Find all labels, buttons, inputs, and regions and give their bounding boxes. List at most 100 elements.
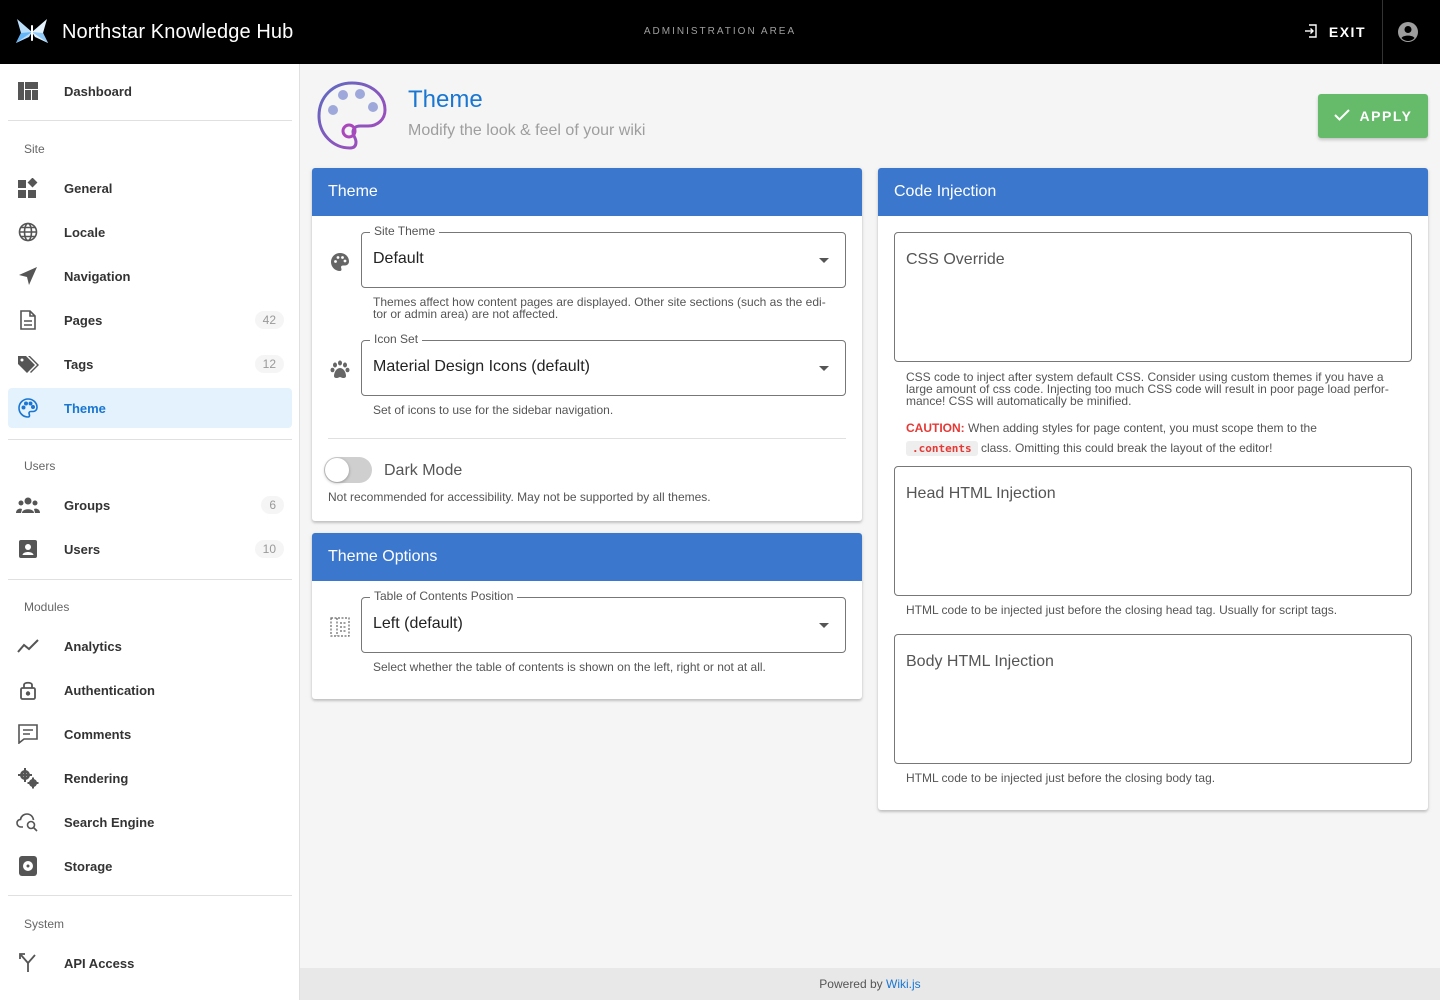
chevron-down-icon: [819, 623, 829, 628]
toc-position-hint: Select whether the table of contents is …: [373, 660, 766, 674]
code-injection-card: Code Injection CSS Override CSS code to …: [878, 168, 1428, 810]
top-app-bar: Northstar Knowledge Hub ADMINISTRATION A…: [0, 0, 1440, 64]
sidebar-item-label: Pages: [64, 312, 103, 328]
exit-icon: [1303, 23, 1319, 42]
sidebar-item-label: Users: [64, 541, 101, 557]
sidebar-item-navigation[interactable]: Navigation: [8, 256, 292, 296]
chevron-down-icon: [819, 258, 829, 263]
paw-icon: [328, 358, 352, 382]
sidebar-item-pages[interactable]: Pages 42: [8, 300, 292, 340]
check-icon: [1333, 108, 1350, 124]
globe-icon: [16, 220, 40, 244]
sidebar-divider: [8, 895, 292, 896]
sidebar-item-locale[interactable]: Locale: [8, 212, 292, 252]
navigation-arrow-icon: [16, 264, 40, 288]
sidebar-item-label: Dashboard: [64, 83, 132, 99]
css-override-textarea[interactable]: CSS Override: [894, 232, 1412, 362]
sidebar-divider: [8, 120, 292, 121]
tags-icon: [16, 352, 40, 376]
head-html-injection-textarea[interactable]: Head HTML Injection: [894, 466, 1412, 596]
icon-set-select[interactable]: Icon Set Material Design Icons (default): [361, 332, 846, 396]
app-title[interactable]: Northstar Knowledge Hub: [62, 21, 293, 44]
sidebar-item-theme[interactable]: Theme: [8, 388, 292, 428]
sidebar-item-users[interactable]: Users 10: [8, 529, 292, 569]
palette-illustration-icon: [316, 80, 388, 152]
sidebar-divider: [8, 579, 292, 580]
tags-count-badge: 12: [254, 355, 284, 373]
caution-note: CAUTION: When adding styles for page con…: [906, 418, 1317, 459]
page-title: Theme: [408, 86, 483, 113]
site-theme-select[interactable]: Site Theme Default: [361, 224, 846, 288]
sidebar-item-label: Tags: [64, 356, 94, 372]
file-document-icon: [16, 308, 40, 332]
more-icon: [16, 995, 40, 1000]
sidebar-item-label: Analytics: [64, 638, 122, 654]
footer: Powered by Wiki.js: [300, 968, 1440, 1000]
sidebar-item-groups[interactable]: Groups 6: [8, 485, 292, 525]
sidebar-item-general[interactable]: General: [8, 168, 292, 208]
sidebar-section-site: Site: [24, 142, 45, 156]
sidebar-section-users: Users: [24, 459, 56, 473]
sidebar-item-dashboard[interactable]: Dashboard: [8, 71, 292, 111]
lock-icon: [16, 678, 40, 702]
icon-set-hint: Set of icons to use for the sidebar navi…: [373, 403, 614, 417]
wikijs-link[interactable]: Wiki.js: [886, 977, 921, 991]
powered-by-text: Powered by: [819, 977, 883, 991]
sidebar-item-authentication[interactable]: Authentication: [8, 670, 292, 710]
sidebar-item-label: Comments: [64, 726, 132, 742]
theme-card-divider: [328, 438, 846, 439]
theme-card: Theme Site Theme Default Themes affect h…: [312, 168, 862, 521]
sidebar-item-label: Search Engine: [64, 814, 155, 830]
sidebar-item-label: Theme: [64, 400, 106, 416]
sidebar-section-modules: Modules: [24, 600, 70, 614]
sidebar-item-comments[interactable]: Comments: [8, 714, 292, 754]
admin-sidebar: Dashboard Site General Locale Navigation…: [0, 64, 300, 1000]
body-html-injection-textarea[interactable]: Body HTML Injection: [894, 634, 1412, 764]
theme-options-card-title: Theme Options: [312, 533, 862, 581]
sidebar-item-more[interactable]: [8, 987, 292, 1000]
chart-line-icon: [16, 634, 40, 658]
exit-label: EXIT: [1328, 24, 1366, 40]
chevron-down-icon: [819, 366, 829, 371]
sidebar-item-tags[interactable]: Tags 12: [8, 344, 292, 384]
sidebar-item-analytics[interactable]: Analytics: [8, 626, 292, 666]
apply-label: APPLY: [1359, 108, 1413, 124]
css-override-hint: CSS code to inject after system default …: [906, 371, 1389, 407]
caution-text: class. Omitting this could break the lay…: [980, 441, 1273, 455]
cogs-icon: [16, 766, 40, 790]
sidebar-section-system: System: [24, 917, 65, 931]
cloud-search-icon: [16, 810, 40, 834]
body-html-hint: HTML code to be injected just before the…: [906, 771, 1216, 785]
topbar-divider: [1382, 0, 1383, 64]
table-of-contents-icon: [328, 615, 352, 639]
account-icon[interactable]: [1396, 20, 1420, 44]
dark-mode-hint: Not recommended for accessibility. May n…: [328, 490, 711, 504]
site-theme-hint-line: tor or admin area) are not affected.: [373, 307, 559, 321]
caution-text: When adding styles for page content, you…: [968, 421, 1317, 435]
toc-position-select[interactable]: Table of Contents Position Left (default…: [361, 589, 846, 653]
account-box-icon: [16, 537, 40, 561]
comment-icon: [16, 722, 40, 746]
css-hint-line: mance! CSS will automatically be minifie…: [906, 394, 1132, 408]
dark-mode-toggle[interactable]: [324, 457, 372, 483]
groups-count-badge: 6: [261, 496, 284, 514]
toc-position-label: Table of Contents Position: [370, 589, 518, 603]
theme-card-title: Theme: [312, 168, 862, 216]
wiki-logo-icon[interactable]: [15, 15, 49, 49]
users-count-badge: 10: [254, 540, 284, 558]
dashboard-icon: [16, 79, 40, 103]
sidebar-item-label: Locale: [64, 224, 106, 240]
sidebar-item-rendering[interactable]: Rendering: [8, 758, 292, 798]
sidebar-item-search-engine[interactable]: Search Engine: [8, 802, 292, 842]
sidebar-item-label: API Access: [64, 955, 135, 971]
site-theme-label: Site Theme: [370, 224, 440, 238]
icon-set-label: Icon Set: [370, 332, 423, 346]
sidebar-item-label: Rendering: [64, 770, 129, 786]
apply-button[interactable]: APPLY: [1318, 94, 1428, 138]
contents-class-code: .contents: [906, 441, 978, 456]
main-content: Theme Modify the look & feel of your wik…: [300, 64, 1440, 968]
sidebar-item-api-access[interactable]: API Access: [8, 943, 292, 983]
sidebar-item-storage[interactable]: Storage: [8, 846, 292, 886]
toc-position-value: Left (default): [373, 615, 463, 632]
exit-button[interactable]: EXIT: [1303, 18, 1366, 46]
